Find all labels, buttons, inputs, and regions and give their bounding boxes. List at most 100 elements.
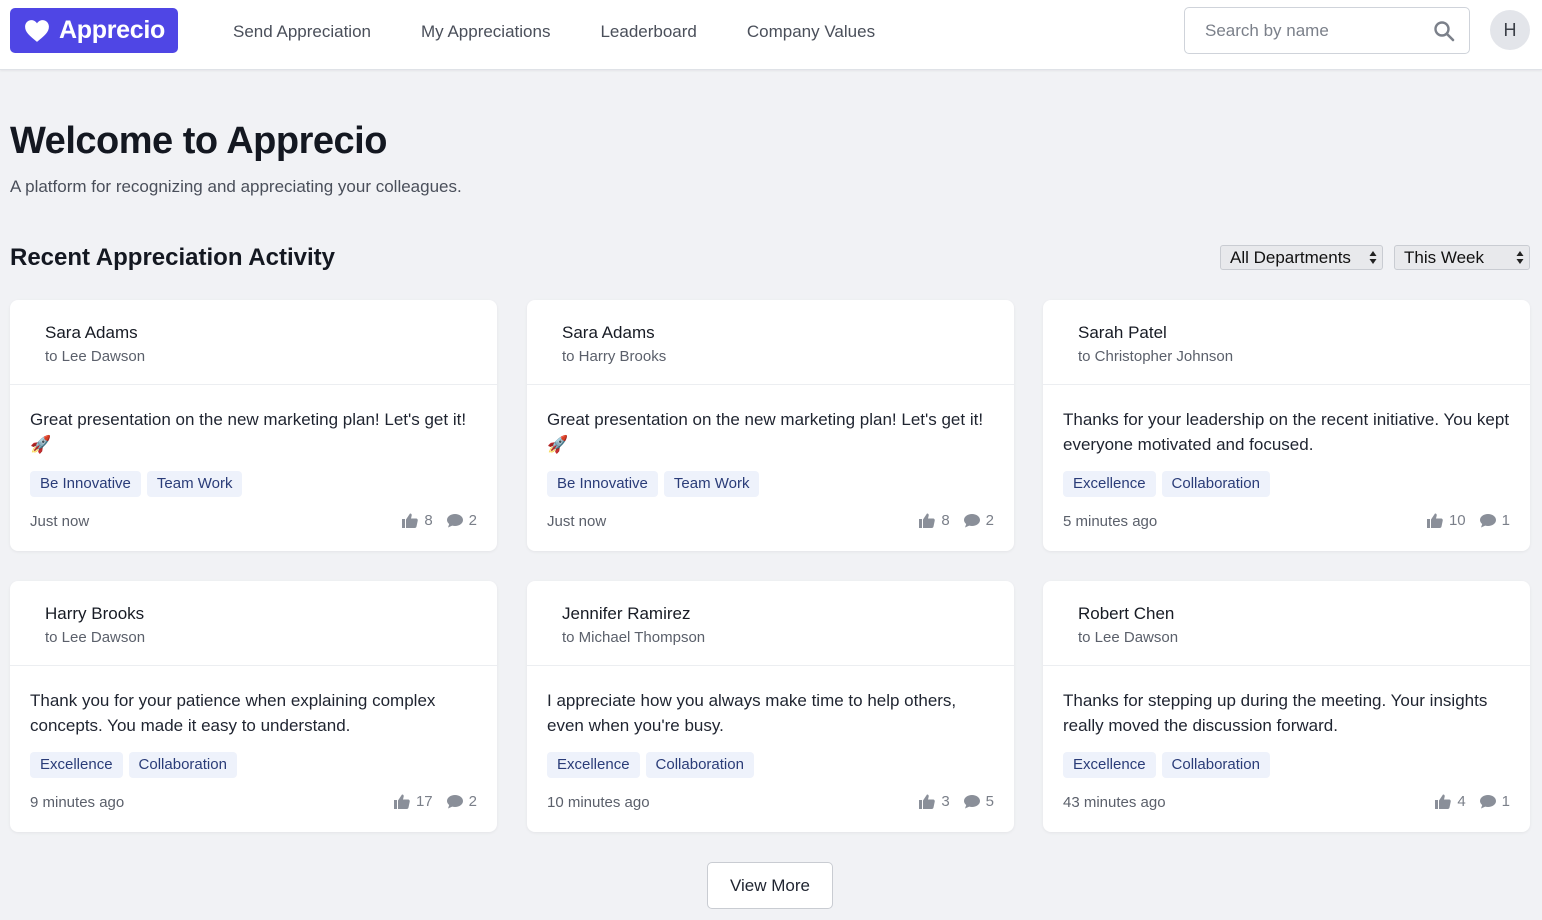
like-button[interactable]: 8 — [919, 512, 950, 529]
app-logo[interactable]: Apprecio — [10, 8, 178, 53]
appreciation-card[interactable]: Harry Brooks to Lee Dawson Thank you for… — [10, 581, 497, 832]
comment-icon — [446, 795, 463, 809]
comment-icon — [963, 795, 980, 809]
timestamp: Just now — [30, 513, 90, 530]
comment-button[interactable]: 2 — [446, 512, 477, 529]
value-tags: Excellence Collaboration — [547, 752, 760, 778]
appreciation-message: Great presentation on the new marketing … — [547, 410, 984, 454]
recipient-name: to Christopher Johnson — [1078, 348, 1234, 365]
comment-button[interactable]: 5 — [963, 793, 994, 810]
comment-icon — [1479, 514, 1496, 528]
appreciation-message: Thanks for your leadership on the recent… — [1063, 410, 1510, 454]
card-header: Jennifer Ramirez to Michael Thompson — [527, 581, 1014, 666]
value-tags: Be Innovative Team Work — [547, 471, 765, 497]
comment-count: 2 — [985, 512, 994, 529]
thumbs-up-icon — [402, 513, 419, 528]
value-tags: Be Innovative Team Work — [30, 471, 248, 497]
timestamp: 10 minutes ago — [547, 794, 650, 811]
appreciation-card[interactable]: Sara Adams to Lee Dawson Great presentat… — [10, 300, 497, 551]
timestamp: 5 minutes ago — [1063, 513, 1158, 530]
recipient-name: to Lee Dawson — [45, 348, 146, 365]
like-count: 8 — [424, 512, 433, 529]
value-tag[interactable]: Team Work — [663, 471, 760, 497]
like-count: 8 — [941, 512, 950, 529]
main-nav: Send Appreciation My Appreciations Leade… — [233, 0, 925, 64]
recipient-name: to Harry Brooks — [562, 348, 667, 365]
card-stats: 10 1 — [1413, 512, 1510, 529]
thumbs-up-icon — [1435, 794, 1452, 809]
recipient-name: to Michael Thompson — [562, 629, 706, 646]
card-header: Sara Adams to Harry Brooks — [527, 300, 1014, 385]
like-count: 10 — [1448, 512, 1466, 529]
like-button[interactable]: 8 — [402, 512, 433, 529]
appreciation-message: Thanks for stepping up during the meetin… — [1063, 691, 1488, 735]
recipient-name: to Lee Dawson — [1078, 629, 1179, 646]
value-tag[interactable]: Collaboration — [1161, 471, 1270, 497]
comment-count: 2 — [468, 512, 477, 529]
card-header: Sara Adams to Lee Dawson — [10, 300, 497, 385]
comment-icon — [446, 514, 463, 528]
value-tag[interactable]: Be Innovative — [30, 471, 141, 497]
timestamp: 9 minutes ago — [30, 794, 125, 811]
comment-count: 2 — [468, 793, 477, 810]
timestamp: Just now — [547, 513, 607, 530]
value-tag[interactable]: Collaboration — [128, 752, 237, 778]
value-tag[interactable]: Collaboration — [645, 752, 754, 778]
sender-name: Sara Adams — [45, 323, 138, 342]
card-stats: 4 1 — [1421, 793, 1510, 810]
department-filter-value: All Departments — [1230, 248, 1351, 267]
comment-icon — [963, 514, 980, 528]
page-subtitle: A platform for recognizing and appreciat… — [10, 177, 462, 196]
like-button[interactable]: 4 — [1435, 793, 1466, 810]
search-input[interactable] — [1185, 8, 1425, 53]
value-tag[interactable]: Excellence — [1063, 752, 1156, 778]
comment-button[interactable]: 2 — [963, 512, 994, 529]
thumbs-up-icon — [919, 513, 936, 528]
appreciation-card[interactable]: Robert Chen to Lee Dawson Thanks for ste… — [1043, 581, 1530, 832]
appreciation-card[interactable]: Sara Adams to Harry Brooks Great present… — [527, 300, 1014, 551]
value-tag[interactable]: Team Work — [146, 471, 243, 497]
sender-name: Sara Adams — [562, 323, 655, 342]
value-tag[interactable]: Excellence — [1063, 471, 1156, 497]
value-tag[interactable]: Excellence — [30, 752, 123, 778]
section-title: Recent Appreciation Activity — [10, 244, 335, 271]
value-tag[interactable]: Excellence — [547, 752, 640, 778]
card-stats: 17 2 — [380, 793, 477, 810]
user-avatar[interactable]: H — [1490, 10, 1530, 50]
card-stats: 8 2 — [905, 512, 994, 529]
comment-icon — [1479, 795, 1496, 809]
card-stats: 8 2 — [388, 512, 477, 529]
department-filter-select[interactable]: All Departments — [1220, 245, 1383, 270]
like-button[interactable]: 17 — [393, 793, 433, 810]
value-tag[interactable]: Be Innovative — [547, 471, 658, 497]
appreciation-message: Thank you for your patience when explain… — [30, 691, 436, 735]
thumbs-up-icon — [919, 794, 936, 809]
like-count: 4 — [1457, 793, 1466, 810]
comment-button[interactable]: 1 — [1479, 793, 1510, 810]
period-filter-select[interactable]: This Week — [1394, 245, 1530, 270]
nav-company-values[interactable]: Company Values — [747, 22, 875, 42]
appreciation-card[interactable]: Jennifer Ramirez to Michael Thompson I a… — [527, 581, 1014, 832]
comment-button[interactable]: 2 — [446, 793, 477, 810]
like-button[interactable]: 3 — [919, 793, 950, 810]
like-count: 3 — [941, 793, 950, 810]
search-icon[interactable] — [1433, 20, 1455, 42]
appreciation-card[interactable]: Sarah Patel to Christopher Johnson Thank… — [1043, 300, 1530, 551]
select-arrows-icon — [1369, 251, 1377, 264]
comment-count: 5 — [985, 793, 994, 810]
nav-my-appreciations[interactable]: My Appreciations — [421, 22, 550, 42]
period-filter-value: This Week — [1404, 248, 1484, 267]
value-tag[interactable]: Collaboration — [1161, 752, 1270, 778]
view-more-button[interactable]: View More — [707, 862, 833, 909]
card-header: Sarah Patel to Christopher Johnson — [1043, 300, 1530, 385]
search-box — [1184, 7, 1470, 54]
nav-leaderboard[interactable]: Leaderboard — [600, 22, 696, 42]
sender-name: Sarah Patel — [1078, 323, 1167, 342]
comment-count: 1 — [1501, 512, 1510, 529]
appreciation-message: I appreciate how you always make time to… — [547, 691, 957, 735]
comment-button[interactable]: 1 — [1479, 512, 1510, 529]
sender-name: Robert Chen — [1078, 604, 1175, 623]
nav-send-appreciation[interactable]: Send Appreciation — [233, 22, 371, 42]
comment-count: 1 — [1501, 793, 1510, 810]
like-button[interactable]: 10 — [1426, 512, 1466, 529]
